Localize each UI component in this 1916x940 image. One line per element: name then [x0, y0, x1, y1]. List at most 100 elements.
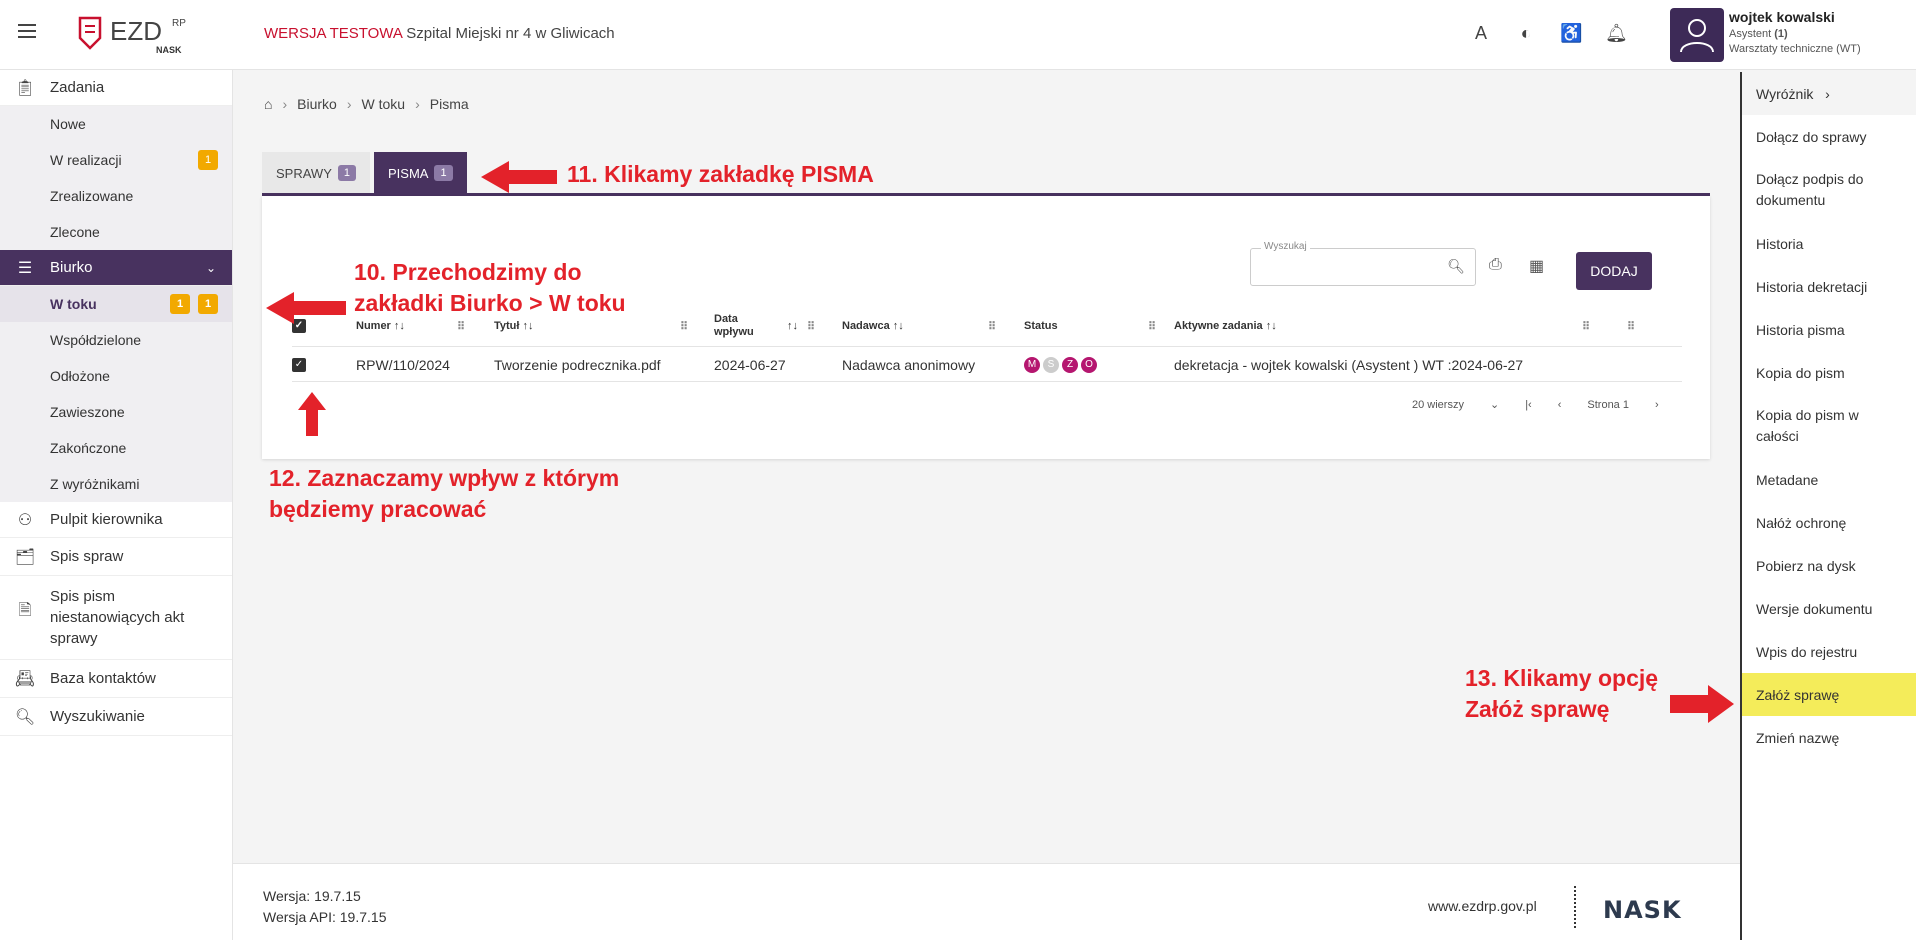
sidebar-item-zakonczone[interactable]: Zakończone — [0, 430, 232, 466]
annotation-11: 11. Klikamy zakładkę PISMA — [567, 161, 874, 187]
menu-item-dolacz-podpis[interactable]: Dołącz podpis do dokumentu — [1742, 158, 1916, 222]
menu-item-kopia-w-calosci[interactable]: Kopia do pism w całości — [1742, 394, 1916, 458]
prev-page-icon[interactable]: ‹ — [1558, 399, 1562, 411]
layers-icon: ☰ — [17, 259, 33, 277]
cell-data: 2024-06-27 — [714, 357, 786, 373]
row-checkbox[interactable]: ✓ — [292, 358, 306, 372]
status-s: S — [1043, 357, 1059, 373]
menu-item-kopia-do-pism[interactable]: Kopia do pism — [1742, 351, 1916, 394]
annotation-13: 13. Klikamy opcję Załóż sprawę — [1465, 665, 1659, 722]
org-chart-icon: ⚇ — [17, 511, 33, 529]
tab-pisma[interactable]: PISMA 1 — [373, 152, 467, 194]
menu-item-wpis-do-rejestru[interactable]: Wpis do rejestru — [1742, 630, 1916, 673]
bell-icon[interactable]: 🔔︎ — [1605, 22, 1628, 44]
tab-count: 1 — [337, 165, 356, 181]
actions-menu: Wyróżnik › Dołącz do sprawy Dołącz podpi… — [1740, 72, 1916, 940]
cell-status: M S Z O — [1024, 347, 1100, 383]
font-size-icon[interactable]: A — [1470, 22, 1492, 44]
count-badge: 1 — [170, 294, 190, 314]
cell-numer: RPW/110/2024 — [356, 357, 450, 373]
sidebar-item-spis-pism[interactable]: 🗎︎ Spis pism niestanowiących akt sprawy — [0, 576, 232, 660]
breadcrumb-w-toku[interactable]: W toku — [362, 96, 406, 112]
search-icon[interactable]: 🔍︎ — [1447, 258, 1465, 275]
add-button[interactable]: DODAJ — [1576, 252, 1652, 290]
drag-handle-icon[interactable]: ⠿ — [680, 308, 688, 344]
count-badge: 1 — [198, 150, 218, 170]
calculator-icon[interactable]: ▦ — [1529, 256, 1544, 276]
user-role: Asystent (1) — [1729, 28, 1788, 40]
drag-handle-icon[interactable]: ⠿ — [988, 308, 996, 344]
logo-text: EZD — [110, 16, 162, 46]
nask-logo: NASK — [1603, 896, 1682, 924]
first-page-icon[interactable]: |‹ — [1525, 399, 1532, 411]
sidebar-item-odlozone[interactable]: Odłożone — [0, 358, 232, 394]
next-page-icon[interactable]: › — [1655, 399, 1659, 411]
avatar[interactable] — [1670, 8, 1724, 62]
sidebar-item-w-toku[interactable]: W toku 1 1 — [0, 286, 232, 322]
sidebar-item-zlecone[interactable]: Zlecone — [0, 214, 232, 250]
menu-item-naloz-ochrone[interactable]: Nałóż ochronę — [1742, 501, 1916, 544]
menu-item-dolacz-do-sprawy[interactable]: Dołącz do sprawy — [1742, 115, 1916, 158]
menu-item-zmien-nazwe[interactable]: Zmień nazwę — [1742, 716, 1916, 759]
page-indicator: Strona 1 — [1587, 398, 1629, 411]
status-o: O — [1081, 357, 1097, 373]
sidebar-item-nowe[interactable]: Nowe — [0, 106, 232, 142]
home-icon[interactable]: ⌂ — [264, 96, 272, 112]
sidebar-item-wyszukiwanie[interactable]: 🔍︎ Wyszukiwanie — [0, 698, 232, 736]
count-badge: 1 — [198, 294, 218, 314]
tab-count: 1 — [434, 165, 453, 181]
sidebar-item-pulpit[interactable]: ⚇ Pulpit kierownika — [0, 502, 232, 538]
search-label: Wyszukaj — [1261, 241, 1310, 252]
menu-item-historia[interactable]: Historia — [1742, 222, 1916, 265]
contrast-icon[interactable]: ◐ — [1515, 22, 1537, 44]
export-icon[interactable]: ⎙ — [1489, 256, 1502, 274]
header-nadawca[interactable]: Nadawca ↑↓ — [842, 308, 904, 344]
sidebar-item-baza[interactable]: 📇︎ Baza kontaktów — [0, 660, 232, 698]
breadcrumb: ⌂ › Biurko › W toku › Pisma — [264, 96, 469, 112]
menu-item-historia-dekretacji[interactable]: Historia dekretacji — [1742, 265, 1916, 308]
sort-icon[interactable]: ↑↓ — [787, 308, 798, 344]
status-m: M — [1024, 357, 1040, 373]
sidebar-item-w-realizacji[interactable]: W realizacji 1 — [0, 142, 232, 178]
drag-handle-icon[interactable]: ⠿ — [1582, 308, 1590, 344]
search-input[interactable]: Wyszukaj 🔍︎ — [1250, 241, 1476, 286]
menu-item-wersje[interactable]: Wersje dokumentu — [1742, 587, 1916, 630]
sidebar-item-spis-spraw[interactable]: 🗂︎ Spis spraw — [0, 538, 232, 576]
top-header: EZD RP NASK WERSJA TESTOWA Szpital Miejs… — [0, 0, 1916, 70]
rows-dropdown-icon[interactable]: ⌄ — [1490, 398, 1499, 411]
header-aktywne[interactable]: Aktywne zadania ↑↓ — [1174, 308, 1277, 344]
menu-item-historia-pisma[interactable]: Historia pisma — [1742, 308, 1916, 351]
header-status[interactable]: Status — [1024, 308, 1058, 344]
sidebar-item-biurko[interactable]: ☰ Biurko ⌄ — [0, 250, 232, 286]
accessibility-icon[interactable]: ♿ — [1560, 22, 1582, 44]
sidebar-item-z-wyroznikami[interactable]: Z wyróżnikami — [0, 466, 232, 502]
sidebar-item-wspoldzielone[interactable]: Współdzielone — [0, 322, 232, 358]
menu-icon[interactable] — [18, 24, 36, 38]
annotation-12: 12. Zaznaczamy wpływ z którym będziemy p… — [269, 465, 620, 522]
user-info[interactable]: wojtek kowalski Asystent (1) Warsztaty t… — [1729, 9, 1861, 55]
table-row[interactable]: ✓ RPW/110/2024 Tworzenie podrecznika.pdf… — [292, 346, 1682, 382]
sidebar-item-zawieszone[interactable]: Zawieszone — [0, 394, 232, 430]
cell-tytul[interactable]: Tworzenie podrecznika.pdf — [494, 347, 661, 383]
cell-aktywne: dekretacja - wojtek kowalski (Asystent )… — [1174, 357, 1524, 373]
drag-handle-icon[interactable]: ⠿ — [807, 308, 815, 344]
folders-icon: 🗂︎ — [14, 548, 36, 566]
drag-handle-icon[interactable]: ⠿ — [1627, 308, 1635, 344]
breadcrumb-biurko[interactable]: Biurko — [297, 96, 337, 112]
menu-item-zaloz-sprawe[interactable]: Załóż sprawę — [1742, 673, 1916, 716]
site-link[interactable]: www.ezdrp.gov.pl — [1428, 898, 1537, 914]
drag-handle-icon[interactable]: ⠿ — [1148, 308, 1156, 344]
cell-nadawca: Nadawca anonimowy — [842, 357, 976, 373]
header-data[interactable]: Data wpływu — [714, 308, 754, 344]
menu-item-wyroznik[interactable]: Wyróżnik › — [1742, 72, 1916, 115]
sidebar-item-zrealizowane[interactable]: Zrealizowane — [0, 178, 232, 214]
tab-sprawy[interactable]: SPRAWY 1 — [262, 152, 370, 194]
menu-item-pobierz[interactable]: Pobierz na dysk — [1742, 544, 1916, 587]
version-info: Wersja: 19.7.15 Wersja API: 19.7.15 — [263, 886, 386, 928]
menu-item-metadane[interactable]: Metadane — [1742, 458, 1916, 501]
sidebar-item-zadania[interactable]: 📋︎ Zadania — [0, 70, 232, 106]
ezd-logo[interactable]: EZD RP NASK — [76, 14, 206, 56]
logo-sub: NASK — [156, 45, 182, 55]
chevron-down-icon: ⌄ — [205, 260, 216, 275]
rows-per-page[interactable]: 20 wierszy — [1412, 399, 1464, 411]
